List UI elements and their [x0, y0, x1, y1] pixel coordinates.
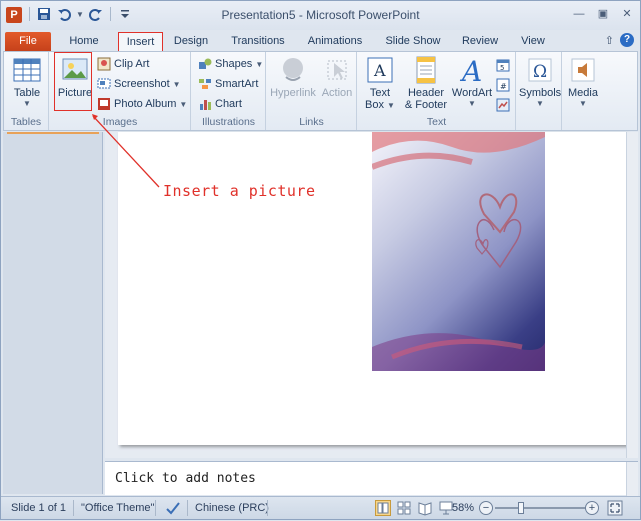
- status-separator: [187, 500, 188, 516]
- powerpoint-window: P ▼ Presentation5 - Microsoft PowerPoint…: [0, 0, 641, 520]
- view-buttons: [375, 500, 454, 516]
- zoom-in-icon[interactable]: +: [585, 501, 599, 515]
- annotation-arrow: [92, 114, 160, 188]
- language[interactable]: Chinese (PRC): [195, 502, 269, 514]
- fit-to-window-icon[interactable]: [607, 500, 623, 519]
- status-separator: [73, 500, 74, 516]
- status-separator: [155, 500, 156, 516]
- zoom-slider-thumb[interactable]: [518, 502, 524, 514]
- notes-placeholder[interactable]: Click to add notes: [115, 471, 256, 486]
- slide-counter: Slide 1 of 1: [11, 502, 67, 514]
- reading-view-icon[interactable]: [417, 500, 433, 516]
- normal-view-icon[interactable]: [375, 500, 391, 516]
- status-separator: [267, 500, 268, 516]
- status-bar: Slide 1 of 1 "Office Theme" Chinese (PRC…: [1, 496, 640, 519]
- theme-name[interactable]: "Office Theme": [81, 502, 154, 514]
- notes-scrollbar[interactable]: [626, 462, 638, 496]
- zoom-level[interactable]: 58%: [452, 502, 474, 514]
- zoom-slider-track[interactable]: [495, 507, 587, 509]
- spelling-check-icon[interactable]: [165, 500, 181, 519]
- notes-pane[interactable]: Click to add notes: [105, 461, 638, 496]
- slide-sorter-icon[interactable]: [396, 500, 412, 516]
- zoom-out-icon[interactable]: −: [479, 501, 493, 515]
